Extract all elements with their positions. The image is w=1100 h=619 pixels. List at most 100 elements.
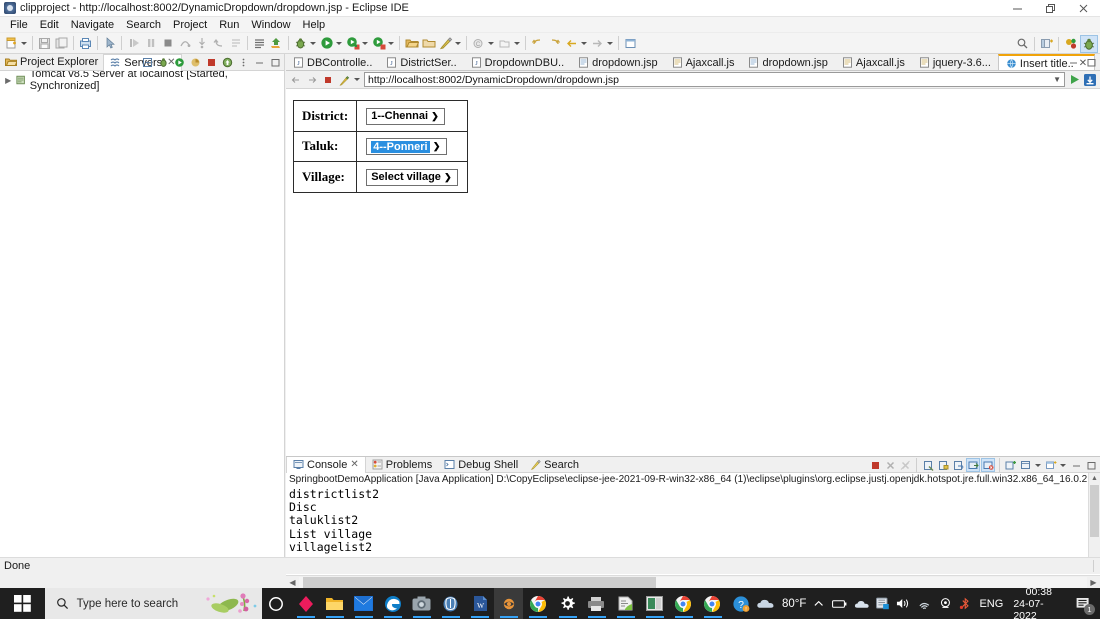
taskbar-app-word[interactable]: W <box>465 588 494 619</box>
pin-console-button[interactable] <box>966 458 980 472</box>
perspective-debug-icon[interactable] <box>1080 34 1098 53</box>
stop-server-icon[interactable] <box>204 56 218 70</box>
security-icon[interactable] <box>876 597 889 610</box>
next-edit-icon[interactable] <box>589 35 606 52</box>
run-as-server-icon[interactable] <box>344 35 361 52</box>
open-type-icon[interactable] <box>420 35 437 52</box>
console-vertical-scrollbar[interactable]: ▲ ▼ <box>1088 473 1100 570</box>
expand-arrow-icon[interactable]: ▶ <box>4 76 12 85</box>
run-history-dropdown-icon[interactable] <box>388 41 394 45</box>
village-select[interactable]: Select village ❯ <box>366 168 458 186</box>
menu-run[interactable]: Run <box>213 17 245 33</box>
url-history-dropdown-icon[interactable]: ▼ <box>1053 75 1061 84</box>
minimize-editor-icon[interactable] <box>1066 55 1080 69</box>
browser-go-button[interactable] <box>1067 73 1081 87</box>
browser-back-icon[interactable] <box>289 73 303 87</box>
step-over-icon[interactable] <box>176 35 193 52</box>
taskbar-app-edge[interactable] <box>378 588 407 619</box>
perspective-java-ee-icon[interactable] <box>1062 35 1080 53</box>
scroll-lock-button[interactable] <box>936 458 950 472</box>
open-perspective-icon[interactable] <box>1038 35 1055 52</box>
minimize-button[interactable] <box>1001 0 1034 17</box>
district-select[interactable]: 1--Chennai ❯ <box>366 107 446 125</box>
forward-nav-icon[interactable] <box>546 35 563 52</box>
taskbar-app-chrome-2[interactable] <box>669 588 698 619</box>
debug-icon[interactable] <box>292 35 309 52</box>
browser-forward-icon[interactable] <box>305 73 319 87</box>
language-indicator[interactable]: ENG <box>979 598 1003 610</box>
terminate-button[interactable] <box>868 458 882 472</box>
menu-edit[interactable]: Edit <box>34 17 65 33</box>
print-icon[interactable] <box>77 35 94 52</box>
scroll-up-icon[interactable]: ▲ <box>1089 473 1100 484</box>
run-as-dropdown-icon[interactable] <box>362 41 368 45</box>
collapse-all-icon[interactable] <box>140 56 154 70</box>
restore-button[interactable] <box>1034 0 1067 17</box>
notification-center-button[interactable]: 1 <box>1071 588 1096 619</box>
console-tab-problems[interactable]: Problems <box>366 457 438 473</box>
webcam-icon[interactable] <box>939 597 952 610</box>
save-all-icon[interactable] <box>53 35 70 52</box>
browser-stop-icon[interactable] <box>321 73 335 87</box>
publish-icon[interactable] <box>268 35 285 52</box>
taskbar-app-eclipse[interactable] <box>494 588 524 619</box>
new-wizard-icon[interactable] <box>3 35 20 52</box>
scrollbar-thumb[interactable] <box>303 576 656 588</box>
taskbar-app-camera[interactable] <box>407 588 436 619</box>
scrollbar-thumb[interactable] <box>1090 485 1099 537</box>
menu-project[interactable]: Project <box>167 17 213 33</box>
taskbar-app-printer[interactable] <box>582 588 611 619</box>
console-output[interactable]: districtlist2 Disc taluklist2 List villa… <box>286 486 1100 554</box>
battery-icon[interactable] <box>831 598 847 610</box>
taskbar-clock[interactable]: 00:38 24-07-2022 <box>1013 586 1064 619</box>
editor-tab-dbcontroller[interactable]: J DBControlle.. <box>286 54 379 70</box>
open-console-menu-button[interactable] <box>1044 458 1058 472</box>
browser-url-input[interactable]: http://localhost:8002/DynamicDropdown/dr… <box>364 72 1065 87</box>
taskbar-app-settings[interactable] <box>553 588 582 619</box>
remove-launch-button[interactable] <box>883 458 897 472</box>
close-button[interactable] <box>1067 0 1100 17</box>
taskbar-app-chrome-3[interactable] <box>698 588 727 619</box>
profile-server-icon[interactable] <box>188 56 202 70</box>
view-tab-project-explorer[interactable]: Project Explorer <box>0 54 103 71</box>
new-wizard-dropdown-icon[interactable] <box>21 41 27 45</box>
bluetooth-icon[interactable] <box>959 597 972 610</box>
suspend-icon[interactable] <box>142 35 159 52</box>
maximize-editor-icon[interactable] <box>1084 55 1098 69</box>
terminate-icon[interactable] <box>159 35 176 52</box>
new-class-dropdown-icon[interactable] <box>488 41 494 45</box>
taskbar-app-notepad-plus[interactable] <box>611 588 640 619</box>
taskbar-app-postgresql[interactable] <box>436 588 465 619</box>
volume-icon[interactable] <box>896 597 910 610</box>
debug-server-icon[interactable] <box>156 56 170 70</box>
start-server-icon[interactable] <box>172 56 186 70</box>
new-console-view-button[interactable] <box>1019 458 1033 472</box>
quick-access-search-icon[interactable] <box>1014 35 1031 52</box>
menu-file[interactable]: File <box>4 17 34 33</box>
pointer-icon[interactable] <box>101 35 118 52</box>
editor-tab-ajaxcall-js-2[interactable]: Ajaxcall.js <box>835 54 912 70</box>
taskbar-app-chrome-1[interactable] <box>523 588 552 619</box>
marker-dropdown-icon[interactable] <box>455 41 461 45</box>
previous-edit-dropdown-icon[interactable] <box>581 41 587 45</box>
console-tab-debug-shell[interactable]: Debug Shell <box>438 457 524 473</box>
server-tree-row[interactable]: ▶ Tomcat v8.5 Server at localhost [Start… <box>0 68 284 92</box>
back-nav-icon[interactable] <box>529 35 546 52</box>
next-edit-dropdown-icon[interactable] <box>607 41 613 45</box>
taskbar-app-file-explorer[interactable] <box>320 588 349 619</box>
editor-tab-dropdown-jsp-1[interactable]: dropdown.jsp <box>571 54 664 70</box>
new-package-dropdown-icon[interactable] <box>514 41 520 45</box>
open-folder-icon[interactable] <box>403 35 420 52</box>
minimize-console-icon[interactable] <box>1069 458 1083 472</box>
run-history-icon[interactable] <box>370 35 387 52</box>
view-menu-icon[interactable] <box>236 56 250 70</box>
console-tab-console[interactable]: Console ✕ <box>286 456 366 473</box>
debug-dropdown-icon[interactable] <box>310 41 316 45</box>
save-icon[interactable] <box>36 35 53 52</box>
editor-tab-jquery[interactable]: jquery-3.6... <box>912 54 998 70</box>
minimize-view-icon[interactable] <box>252 56 266 70</box>
open-external-browser-button[interactable] <box>1083 73 1097 87</box>
editor-tab-districtser[interactable]: J DistrictSer.. <box>379 54 463 70</box>
taskbar-app-terminal[interactable] <box>640 588 669 619</box>
step-into-icon[interactable] <box>193 35 210 52</box>
